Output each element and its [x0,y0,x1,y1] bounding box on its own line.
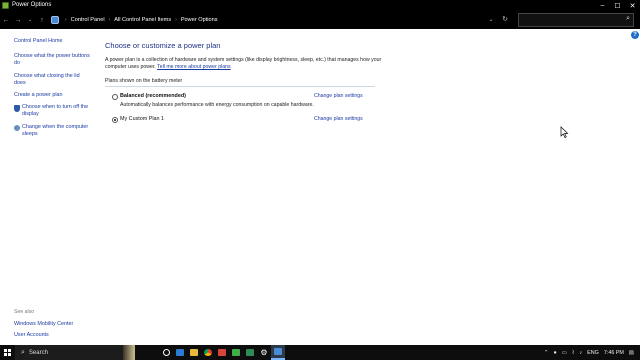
chevron-right-icon[interactable]: › [65,17,67,23]
up-arrow-icon[interactable]: ↑ [36,11,48,29]
intro-text: A power plan is a collection of hardware… [105,57,383,70]
see-also-mobility-center[interactable]: Windows Mobility Center [14,319,73,330]
sleep-icon [14,124,20,131]
search-highlight-image [123,345,135,360]
battery-icon[interactable]: ▭ [562,350,567,356]
recent-locations-icon[interactable]: ⌄ [24,11,36,29]
plan-balanced-radio[interactable] [112,94,118,101]
plan-custom-radio[interactable] [112,117,118,124]
minimize-button[interactable]: – [595,0,610,11]
maximize-button[interactable]: ☐ [610,0,625,11]
page-title: Choose or customize a power plan [105,41,221,50]
file-explorer-icon[interactable] [187,345,201,360]
sidebar-link-power-buttons[interactable]: Choose what the power buttons do [14,53,90,67]
mouse-cursor-icon [560,126,569,138]
intro-paragraph: A power plan is a collection of hardware… [105,57,382,70]
address-dropdown-icon[interactable]: ⌄ [486,14,496,26]
control-panel-icon [51,16,59,24]
back-arrow-icon[interactable]: ← [0,11,12,29]
learn-more-link[interactable]: Tell me more about power plans [157,64,231,70]
change-plan-settings-link[interactable]: Change plan settings [314,93,363,99]
control-panel-taskbar-icon[interactable] [271,345,285,360]
app-icon[interactable] [243,345,257,360]
power-options-icon [2,2,9,9]
plan-name[interactable]: Balanced (recommended) [120,93,186,99]
see-also-links: Windows Mobility Center User Accounts [14,319,73,340]
help-icon[interactable]: ? [631,31,639,39]
sidebar-link-label: Choose when to turn off the display [22,104,89,118]
plan-custom: My Custom Plan 1 Change plan settings [105,113,375,137]
chevron-right-icon[interactable]: › [175,17,177,23]
sidebar-link-turn-off-display[interactable]: Choose when to turn off the display [14,104,90,118]
taskbar-search[interactable]: ⌕ Search [15,345,135,360]
taskbar: ⌕ Search ⚙ ⌃ ● ▭ ⌇ ♪ ENG 7:46 PM ▤ [0,345,640,360]
chevron-right-icon[interactable]: › [109,17,111,23]
settings-icon[interactable]: ⚙ [257,345,271,360]
show-hidden-icons-icon[interactable]: ⌃ [544,350,549,356]
main-content: Choose or customize a power plan A power… [105,41,385,137]
sidebar-link-closing-lid[interactable]: Choose what closing the lid does [14,73,90,87]
sidebar-link-label: Change when the computer sleeps [22,123,89,137]
search-icon: ⌕ [21,348,25,356]
see-also-label: See also [14,309,35,315]
address-bar: ← → ⌄ ↑ › Control Panel › All Control Pa… [0,11,640,29]
refresh-icon[interactable]: ↻ [500,14,510,26]
windows-logo-icon [4,349,11,356]
sidebar-control-panel-home[interactable]: Control Panel Home [14,38,90,45]
task-view-icon[interactable] [159,345,173,360]
taskbar-search-label: Search [28,349,48,356]
plan-balanced: Balanced (recommended) Automatically bal… [105,90,375,114]
breadcrumb: › Control Panel › All Control Panel Item… [51,14,498,26]
chrome-icon[interactable] [201,345,215,360]
search-input[interactable]: ⌕ [518,13,634,27]
sidebar-link-computer-sleeps[interactable]: Change when the computer sleeps [14,124,90,138]
display-icon [14,105,20,113]
plan-description: Automatically balances performance with … [120,102,314,109]
search-icon: ⌕ [626,15,630,22]
forward-arrow-icon[interactable]: → [12,11,24,29]
breadcrumb-power-options[interactable]: Power Options [181,17,218,23]
start-button[interactable] [0,345,15,360]
plan-name[interactable]: My Custom Plan 1 [120,116,164,122]
edge-icon[interactable] [173,345,187,360]
app-icon[interactable] [215,345,229,360]
breadcrumb-control-panel[interactable]: Control Panel [71,17,105,23]
window-title: Power Options [12,2,52,8]
breadcrumb-all-items[interactable]: All Control Panel Items [114,17,171,23]
sidebar-link-create-plan[interactable]: Create a power plan [14,92,90,99]
clock[interactable]: 7:46 PM [604,350,624,356]
sidebar: Control Panel Home Choose what the power… [14,38,90,143]
change-plan-settings-link[interactable]: Change plan settings [314,116,363,122]
network-icon[interactable]: ⌇ [572,350,575,356]
plans-group-label: Plans shown on the battery meter [105,78,375,88]
close-button[interactable]: ✕ [625,0,640,11]
notifications-icon[interactable]: ▤ [629,350,634,356]
system-tray: ⌃ ● ▭ ⌇ ♪ ENG 7:46 PM ▤ [544,345,640,360]
language-indicator[interactable]: ENG [587,350,599,356]
title-bar: Power Options – ☐ ✕ [0,0,640,11]
microphone-icon[interactable]: ● [553,350,556,356]
see-also-user-accounts[interactable]: User Accounts [14,330,73,341]
app-icon[interactable] [229,345,243,360]
volume-icon[interactable]: ♪ [579,350,582,356]
